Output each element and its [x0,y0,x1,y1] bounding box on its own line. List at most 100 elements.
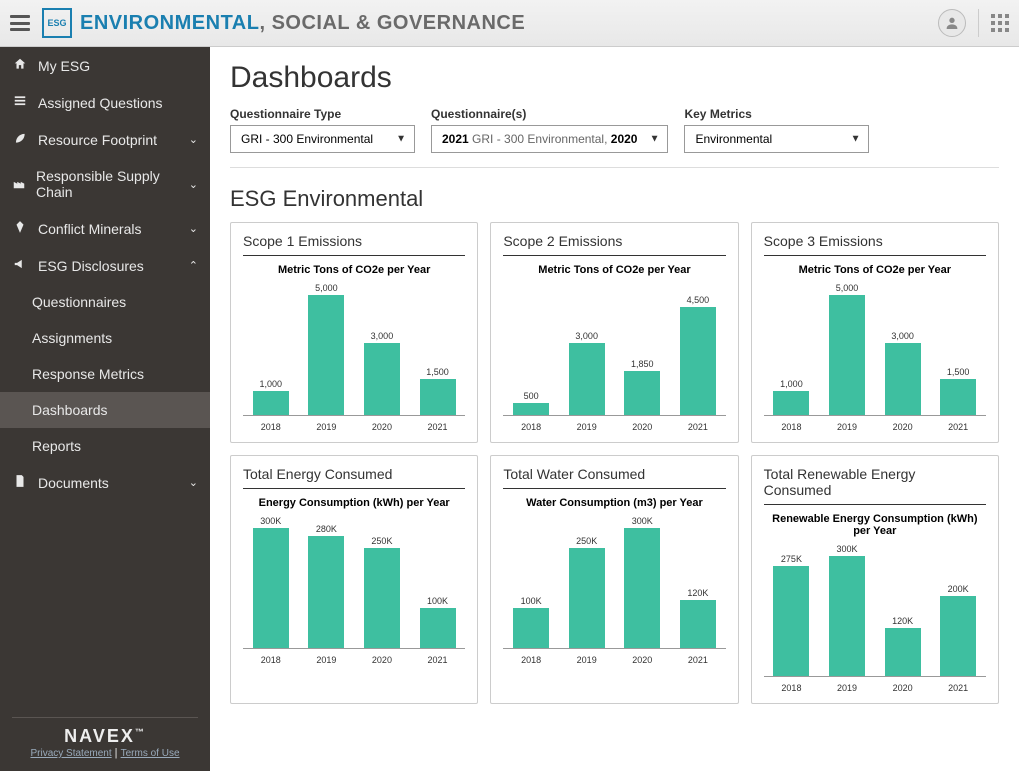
page-title: Dashboards [230,61,999,95]
doc-icon [12,474,28,491]
chart-card: Total Energy Consumed Energy Consumption … [230,455,478,704]
filter-bar: Questionnaire Type GRI - 300 Environment… [230,107,999,168]
sidebar-item-label: Reports [32,438,81,454]
sidebar-sub-response-metrics[interactable]: Response Metrics [0,356,210,392]
bar [364,548,400,648]
sidebar-item-label: Assignments [32,330,112,346]
divider [978,9,979,37]
bar-chart: 100K250K300K120K2018201920202021 [503,515,725,665]
bar [773,566,809,676]
privacy-link[interactable]: Privacy Statement [30,748,111,759]
bar [308,295,344,415]
bar-value-label: 5,000 [836,283,859,293]
chevron-down-icon: ⌄ [189,133,198,146]
bar-value-label: 3,000 [575,331,598,341]
sidebar-item-resource-footprint[interactable]: Resource Footprint⌄ [0,121,210,158]
card-title: Scope 1 Emissions [243,233,465,249]
x-axis-label: 2021 [418,422,458,432]
bar-value-label: 120K [687,588,708,598]
bar-value-label: 4,500 [687,295,710,305]
sidebar-item-assigned-questions[interactable]: Assigned Questions [0,84,210,121]
bar-chart: 300K280K250K100K2018201920202021 [243,515,465,665]
sidebar-item-label: ESG Disclosures [38,258,144,274]
apps-grid-icon[interactable] [991,14,1009,32]
bar-value-label: 250K [371,536,392,546]
bar-value-label: 250K [576,536,597,546]
bar-value-label: 300K [260,516,281,526]
sidebar-sub-reports[interactable]: Reports [0,428,210,464]
bar [885,343,921,415]
x-axis-label: 2018 [771,683,811,693]
chevron-down-icon: ⌄ [189,476,198,489]
dashboard-cards: Scope 1 Emissions Metric Tons of CO2e per… [230,222,999,704]
chart-subtitle: Energy Consumption (kWh) per Year [243,497,465,509]
sidebar-footer: NAVEX™ Privacy Statement | Terms of Use [0,697,210,771]
x-axis-label: 2019 [827,422,867,432]
x-axis-label: 2019 [306,655,346,665]
home-icon [12,57,28,74]
chart-card: Total Water Consumed Water Consumption (m… [490,455,738,704]
leaf-icon [12,131,28,148]
bar-value-label: 300K [632,516,653,526]
bar-value-label: 200K [948,584,969,594]
chevron-down-icon: ⌄ [189,222,198,235]
sidebar-sub-questionnaires[interactable]: Questionnaires [0,284,210,320]
chart-card: Total Renewable Energy ConsumedRenewable… [751,455,999,704]
x-axis-label: 2020 [622,422,662,432]
sidebar-sub-dashboards[interactable]: Dashboards [0,392,210,428]
main-content: Dashboards Questionnaire Type GRI - 300 … [210,47,1019,771]
chart-subtitle: Water Consumption (m3) per Year [503,497,725,509]
hamburger-icon[interactable] [10,15,30,31]
bar [420,608,456,648]
bar [513,403,549,415]
bar-value-label: 3,000 [371,331,394,341]
sidebar-item-label: Documents [38,475,109,491]
sidebar-sub-assignments[interactable]: Assignments [0,320,210,356]
sidebar-item-conflict-minerals[interactable]: Conflict Minerals⌄ [0,210,210,247]
divider [243,488,465,489]
divider [503,488,725,489]
sidebar-item-documents[interactable]: Documents ⌄ [0,464,210,501]
navex-logo: NAVEX™ [12,726,198,747]
bar [829,295,865,415]
bar [569,548,605,648]
app-header: ESG ENVIRONMENTAL, SOCIAL & GOVERNANCE [0,0,1019,47]
x-axis-label: 2018 [771,422,811,432]
bar [624,528,660,648]
sidebar: My ESG Assigned QuestionsResource Footpri… [0,47,210,771]
section-title: ESG Environmental [230,186,999,212]
bar-value-label: 3,000 [891,331,914,341]
chart-card: Scope 3 EmissionsMetric Tons of CO2e per… [751,222,999,443]
caret-down-icon: ▼ [396,134,406,145]
sidebar-item-esg-disclosures[interactable]: ESG Disclosures⌃ [0,247,210,284]
bar-value-label: 1,500 [426,367,449,377]
sidebar-item-label: Dashboards [32,402,108,418]
x-axis-label: 2020 [362,422,402,432]
select-key-metrics[interactable]: Environmental ▼ [684,125,869,153]
x-axis-label: 2019 [567,422,607,432]
x-axis-label: 2019 [306,422,346,432]
select-questionnaire-type[interactable]: GRI - 300 Environmental ▼ [230,125,415,153]
divider [503,255,725,256]
terms-link[interactable]: Terms of Use [121,748,180,759]
chart-card: Scope 1 Emissions Metric Tons of CO2e per… [230,222,478,443]
bar-chart: 1,0005,0003,0001,5002018201920202021 [243,282,465,432]
sidebar-item-my-esg[interactable]: My ESG [0,47,210,84]
sidebar-item-label: My ESG [38,58,90,74]
card-title: Total Water Consumed [503,466,725,482]
bar-value-label: 1,000 [780,379,803,389]
brand-title: ENVIRONMENTAL, SOCIAL & GOVERNANCE [80,12,525,35]
x-axis-label: 2021 [938,683,978,693]
card-title: Total Energy Consumed [243,466,465,482]
select-questionnaires[interactable]: 2021 GRI - 300 Environmental, 2020 ▼ [431,125,668,153]
chart-card: Scope 2 EmissionsMetric Tons of CO2e per… [490,222,738,443]
bar [624,371,660,415]
sidebar-item-supply-chain[interactable]: Responsible Supply Chain⌄ [0,158,210,210]
avatar-icon[interactable] [938,9,966,37]
bar [513,608,549,648]
x-axis-label: 2019 [567,655,607,665]
bar [940,596,976,676]
chart-subtitle: Metric Tons of CO2e per Year [243,264,465,276]
card-title: Scope 3 Emissions [764,233,986,249]
bar [253,528,289,648]
